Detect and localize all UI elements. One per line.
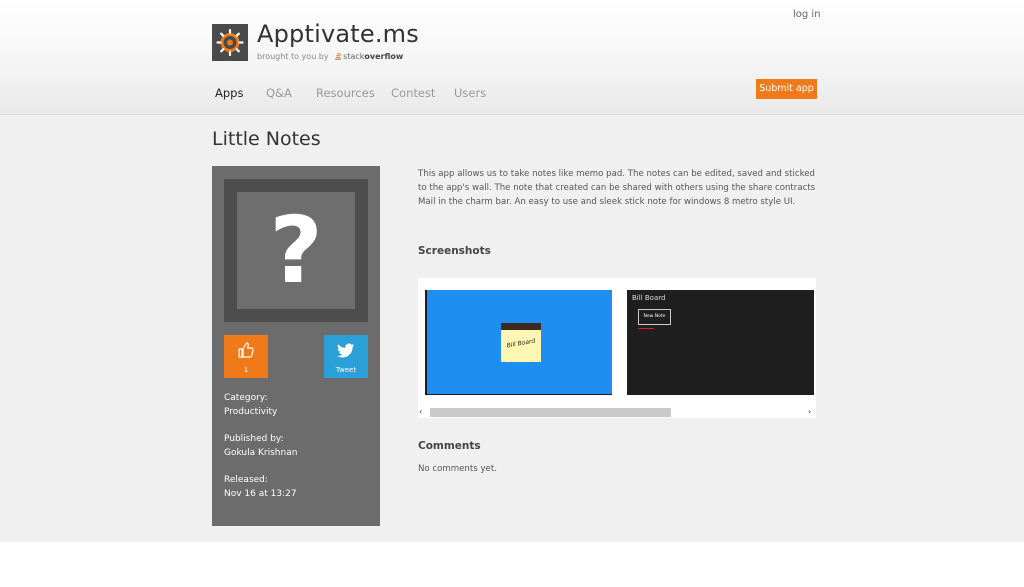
publisher-value[interactable]: Gokula Krishnan bbox=[224, 446, 297, 460]
nav-resources[interactable]: Resources bbox=[316, 86, 375, 100]
comments-heading: Comments bbox=[418, 440, 481, 452]
category-label: Category: bbox=[224, 393, 268, 403]
released-value: Nov 16 at 13:27 bbox=[224, 489, 297, 499]
site-logo[interactable] bbox=[212, 24, 248, 61]
nav-apps[interactable]: Apps bbox=[215, 86, 243, 100]
brought-by-text: brought to you by stackoverflow bbox=[257, 51, 403, 63]
screenshot-2[interactable]: Bill Board New Note bbox=[627, 290, 814, 395]
nav-contest[interactable]: Contest bbox=[391, 86, 435, 100]
page-title: Little Notes bbox=[212, 128, 321, 150]
like-count: 1 bbox=[243, 366, 249, 374]
screenshot-2-underline bbox=[638, 328, 654, 329]
brand-stack: stack bbox=[343, 52, 365, 61]
login-link[interactable]: log in bbox=[793, 9, 821, 20]
nav-users[interactable]: Users bbox=[454, 86, 486, 100]
stackoverflow-logo-icon[interactable]: stackoverflow bbox=[331, 52, 403, 61]
screenshots-heading: Screenshots bbox=[418, 245, 491, 257]
category-value[interactable]: Productivity bbox=[224, 405, 277, 419]
app-description: This app allows us to take notes like me… bbox=[418, 169, 816, 207]
sticky-note-text: Bill Board bbox=[506, 337, 536, 350]
twitter-bird-icon bbox=[337, 343, 355, 363]
like-button[interactable]: 1 bbox=[224, 335, 268, 378]
screenshot-1[interactable]: Bill Board bbox=[425, 290, 612, 395]
brand-overflow: overflow bbox=[364, 52, 404, 61]
nav-qa[interactable]: Q&A bbox=[266, 86, 292, 100]
screenshot-2-title: Bill Board bbox=[632, 294, 666, 302]
tweet-button[interactable]: Tweet bbox=[324, 335, 368, 378]
question-mark-icon: ? bbox=[269, 197, 323, 304]
gallery-scrollbar[interactable]: ‹ › bbox=[418, 406, 816, 418]
brought-by-label: brought to you by bbox=[257, 52, 329, 61]
no-comments-text: No comments yet. bbox=[418, 464, 497, 474]
scroll-left-icon[interactable]: ‹ bbox=[419, 406, 422, 418]
published-label: Published by: bbox=[224, 434, 284, 444]
released-label: Released: bbox=[224, 475, 268, 485]
screenshot-2-new-note: New Note bbox=[638, 309, 671, 325]
submit-app-button[interactable]: Submit app bbox=[756, 79, 817, 99]
gear-icon bbox=[216, 28, 244, 57]
tweet-label: Tweet bbox=[335, 366, 357, 374]
scrollbar-thumb[interactable] bbox=[430, 408, 671, 417]
scroll-right-icon[interactable]: › bbox=[808, 406, 811, 418]
thumbs-up-icon bbox=[237, 341, 255, 363]
site-header: Apptivate.ms brought to you by stackover… bbox=[0, 0, 1024, 115]
sticky-note-thumbnail: Bill Board bbox=[501, 323, 541, 362]
site-title[interactable]: Apptivate.ms bbox=[257, 18, 419, 50]
